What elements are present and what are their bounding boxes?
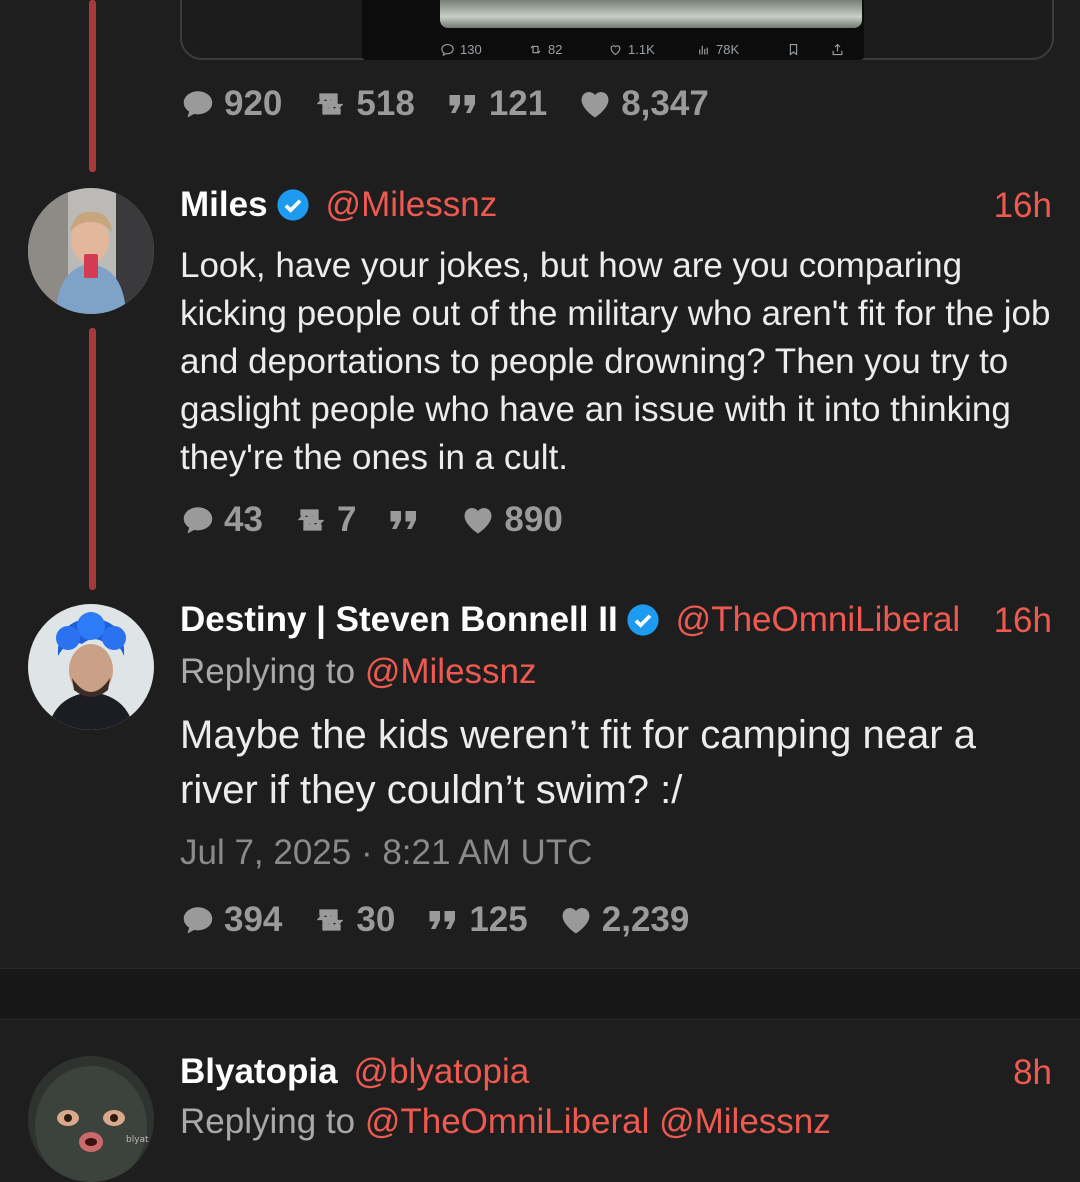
avatar-image (28, 604, 154, 730)
thread-line-mid (89, 328, 96, 590)
retweet-count[interactable]: 30 (312, 900, 395, 940)
thread-line-top (89, 0, 96, 172)
retweet-count[interactable]: 518 (312, 84, 415, 124)
quote-icon (390, 511, 417, 529)
author-name[interactable]: Destiny | Steven Bonnell II (180, 600, 618, 640)
retweet-icon (297, 509, 325, 531)
tweet-header-miles: Miles @Milessnz (180, 183, 497, 227)
retweet-count[interactable]: 7 (293, 500, 356, 540)
quote-icon (449, 95, 475, 113)
retweet-icon (530, 44, 541, 54)
retweet-icon (317, 909, 344, 931)
quote-icon (429, 911, 456, 929)
heart-icon (562, 908, 590, 934)
retweet-icon (317, 93, 344, 115)
avatar-blyatopia[interactable]: blyat (28, 1056, 154, 1182)
replying-to: Replying to @Milessnz (180, 652, 537, 691)
embedded-like-stat: 1.1K (608, 42, 696, 57)
avatar-destiny[interactable] (28, 604, 154, 730)
reply-mention-link[interactable]: @TheOmniLiberal @Milessnz (365, 1102, 831, 1141)
embedded-reply-stat: 130 (440, 42, 528, 57)
heart-icon (464, 508, 492, 534)
replying-to: Replying to @TheOmniLiberal @Milessnz (180, 1102, 831, 1141)
quote-count[interactable]: 125 (425, 900, 528, 940)
bookmark-icon[interactable] (786, 42, 830, 57)
author-handle[interactable]: @TheOmniLiberal (676, 600, 961, 640)
verified-badge-icon (627, 604, 659, 636)
heart-icon (581, 92, 609, 118)
embedded-retweet-stat: 82 (528, 42, 608, 57)
verified-badge-icon (276, 189, 309, 221)
divider (0, 1019, 1080, 1020)
author-handle[interactable]: @blyatopia (354, 1052, 530, 1092)
reply-mention-link[interactable]: @Milessnz (365, 652, 537, 691)
tweet-time[interactable]: 16h (994, 186, 1052, 226)
reply-count[interactable]: 394 (180, 900, 282, 940)
tweet-time[interactable]: 8h (1013, 1053, 1052, 1093)
quote-count[interactable]: 121 (445, 84, 547, 124)
avatar-image: blyat (28, 1056, 154, 1182)
tweet-stats-miles: 43 7 890 (180, 500, 593, 540)
like-count[interactable]: 8,347 (577, 84, 709, 124)
tweet-text: Look, have your jokes, but how are you c… (180, 246, 1051, 477)
reply-icon (183, 907, 213, 934)
embedded-photo (440, 0, 862, 28)
tweet-date[interactable]: Jul 7, 2025 · 8:21 AM UTC (180, 833, 592, 873)
quote-count[interactable] (386, 502, 430, 538)
like-count[interactable]: 890 (460, 500, 563, 540)
reply-count[interactable]: 920 (180, 84, 282, 124)
author-name[interactable]: Blyatopia (180, 1052, 338, 1092)
tweet-time[interactable]: 16h (994, 601, 1052, 641)
author-handle[interactable]: @Milessnz (326, 185, 498, 225)
avatar-image (28, 188, 154, 314)
tweet-stats-destiny: 394 30 125 2,239 (180, 900, 719, 940)
reply-icon (183, 507, 213, 534)
reply-icon (441, 43, 454, 56)
thread-separator (0, 968, 1080, 1020)
author-name[interactable]: Miles (180, 185, 268, 225)
tweet-header-blyatopia: Blyatopia @blyatopia (180, 1050, 529, 1094)
embedded-stats-bar: 130 82 1.1K 78K (440, 38, 870, 60)
tweet-header-destiny: Destiny | Steven Bonnell II @TheOmniLibe… (180, 598, 960, 642)
embedded-views-stat: 78K (696, 42, 786, 57)
avatar-miles[interactable] (28, 188, 154, 314)
share-icon[interactable] (830, 42, 845, 57)
views-icon (699, 45, 708, 54)
reply-icon (183, 91, 213, 118)
tweet-text: Maybe the kids weren’t fit for camping n… (180, 713, 976, 812)
reply-count[interactable]: 43 (180, 500, 263, 540)
tweet-stats-top: 920 518 121 8,347 (180, 84, 739, 124)
like-count[interactable]: 2,239 (558, 900, 689, 940)
avatar-watermark: blyat (126, 1135, 149, 1145)
divider (0, 968, 1080, 969)
heart-icon (610, 44, 621, 55)
